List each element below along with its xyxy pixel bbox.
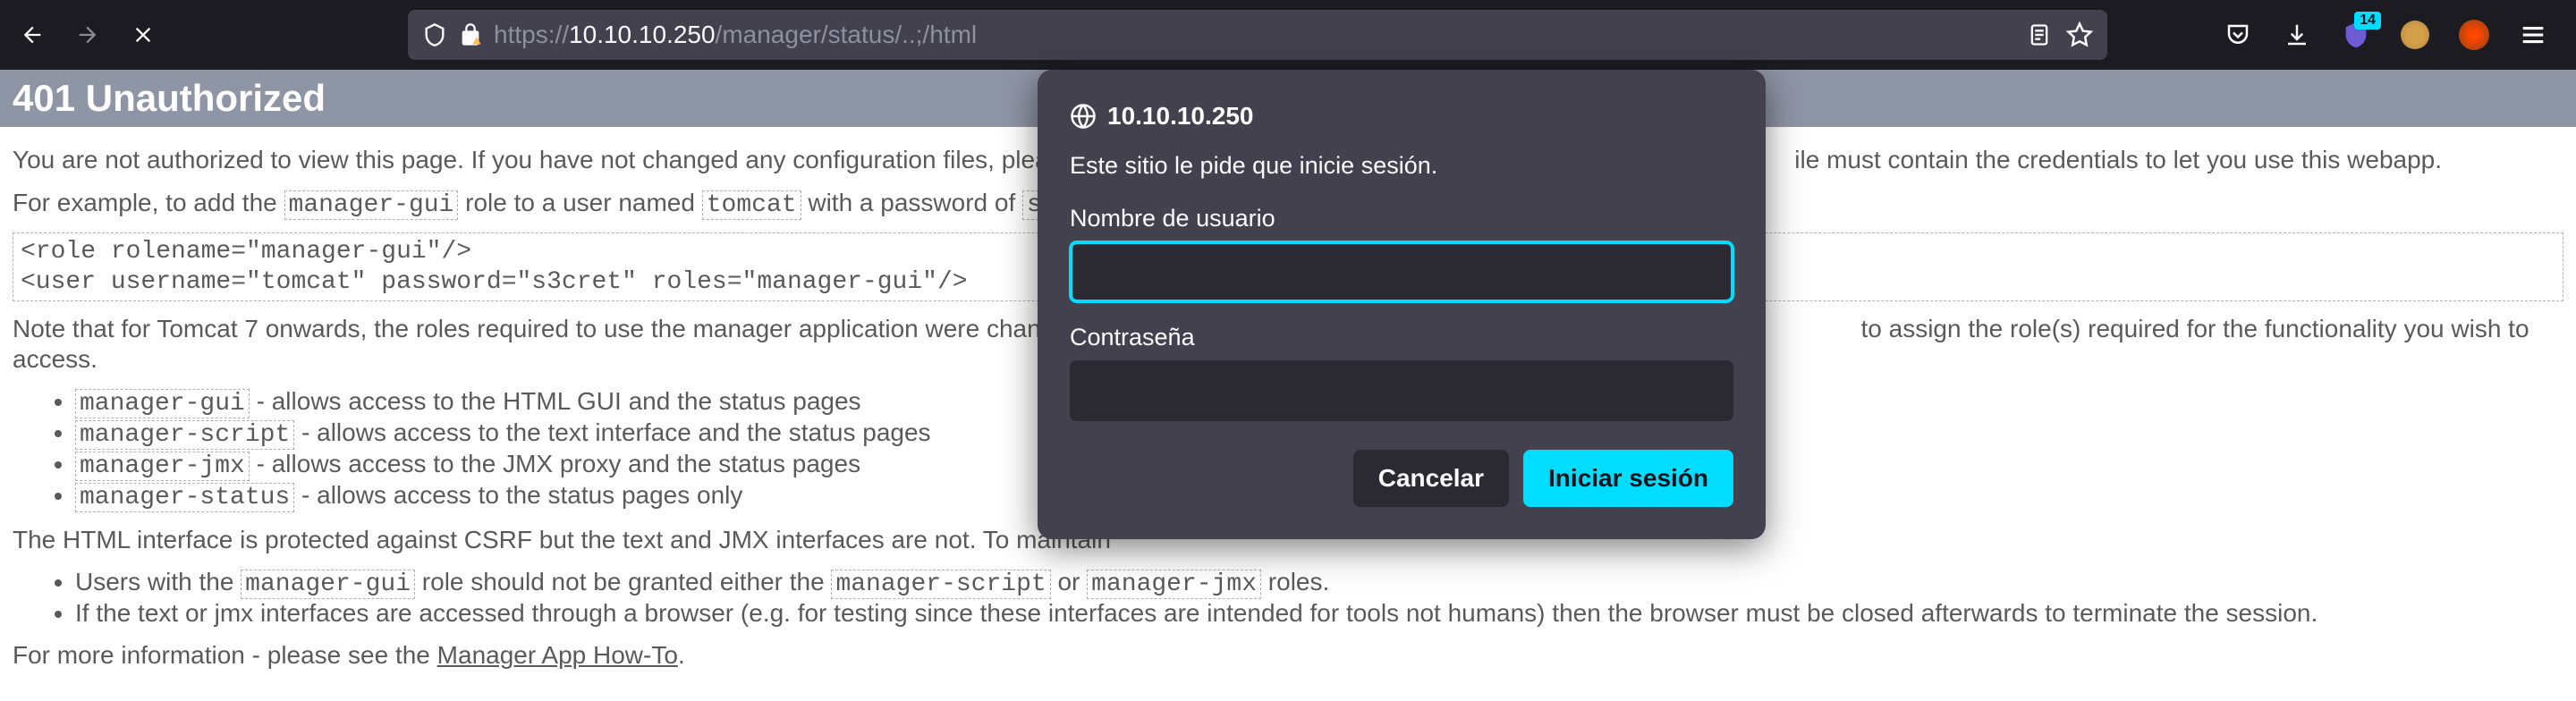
dialog-host: 10.10.10.250 — [1070, 102, 1733, 131]
pocket-icon[interactable] — [2222, 19, 2254, 51]
menu-icon[interactable] — [2517, 19, 2549, 51]
forward-button[interactable] — [73, 21, 102, 49]
close-button[interactable] — [129, 21, 157, 49]
url-right-icons — [2027, 21, 2093, 48]
back-button[interactable] — [18, 21, 47, 49]
login-button[interactable]: Iniciar sesión — [1523, 450, 1733, 507]
download-icon[interactable] — [2281, 19, 2313, 51]
password-label: Contraseña — [1070, 324, 1733, 351]
reader-mode-icon[interactable] — [2027, 22, 2052, 47]
badge-count: 14 — [2354, 12, 2381, 30]
password-input[interactable] — [1070, 360, 1733, 421]
username-input[interactable] — [1070, 241, 1733, 302]
fox-extension-icon[interactable] — [2458, 19, 2490, 51]
globe-icon — [1070, 103, 1097, 130]
dialog-prompt: Este sitio le pide que inicie sesión. — [1070, 152, 1733, 180]
url-bar[interactable]: https://10.10.10.250/manager/status/..;/… — [408, 10, 2107, 60]
auth-dialog: 10.10.10.250 Este sitio le pide que inic… — [1038, 70, 1766, 539]
toolbar-right: 14 — [2222, 19, 2558, 51]
shield-icon — [422, 22, 447, 47]
username-label: Nombre de usuario — [1070, 205, 1733, 232]
extension-shield-icon[interactable]: 14 — [2340, 19, 2372, 51]
content-area: 401 Unauthorized You are not authorized … — [0, 70, 2576, 701]
nav-buttons — [18, 21, 157, 49]
url-text: https://10.10.10.250/manager/status/..;/… — [494, 21, 2016, 49]
cookie-extension-icon[interactable] — [2399, 19, 2431, 51]
lock-warning-icon[interactable] — [458, 22, 483, 47]
bookmark-star-icon[interactable] — [2066, 21, 2093, 48]
dialog-buttons: Cancelar Iniciar sesión — [1070, 450, 1733, 507]
browser-toolbar: https://10.10.10.250/manager/status/..;/… — [0, 0, 2576, 70]
cancel-button[interactable]: Cancelar — [1353, 450, 1509, 507]
